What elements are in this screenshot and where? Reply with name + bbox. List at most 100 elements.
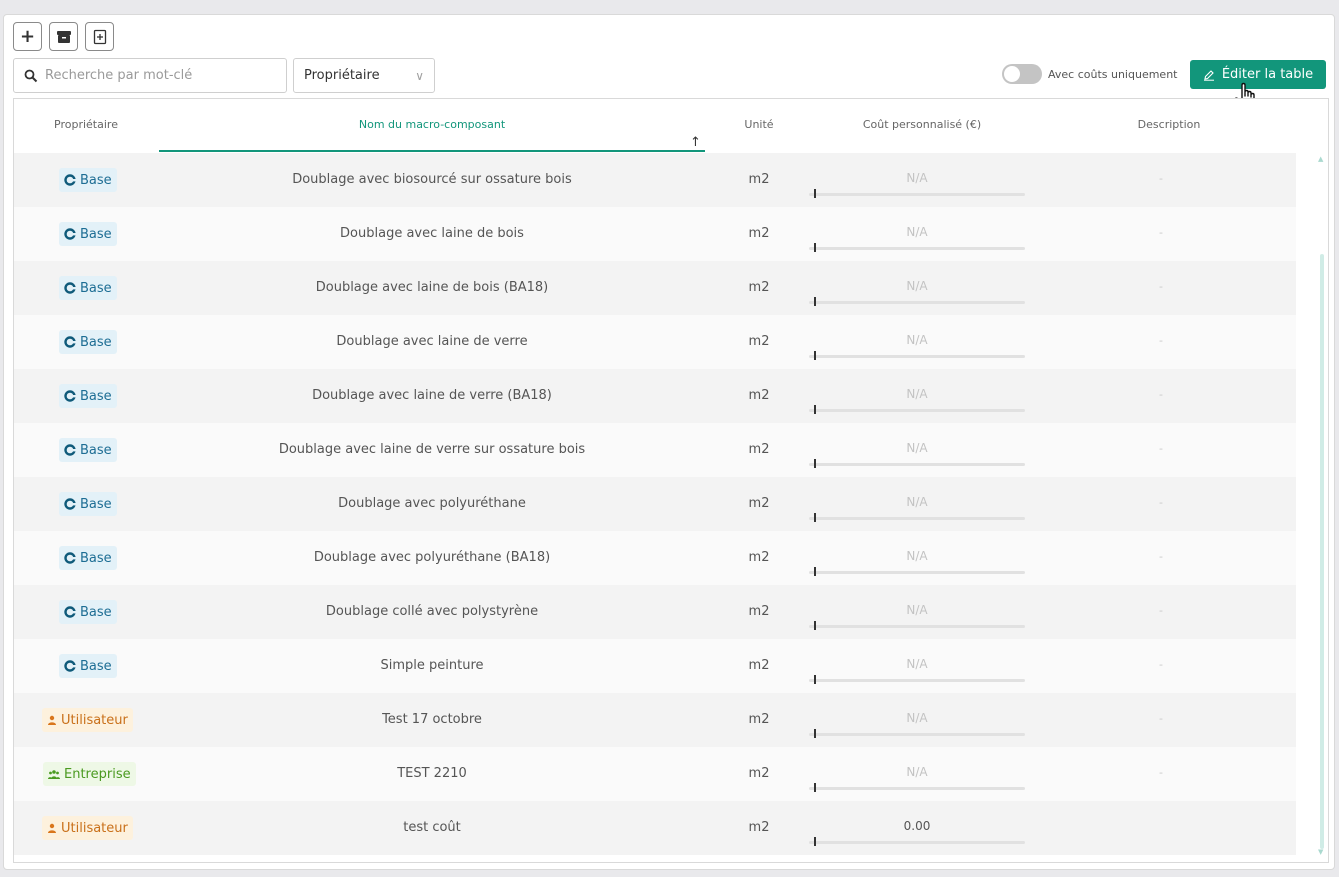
owner-badge: Base bbox=[59, 276, 117, 300]
custom-cost-cell[interactable]: N/A bbox=[809, 207, 1025, 261]
description-cell: - bbox=[1159, 388, 1163, 401]
custom-cost-cell[interactable]: N/A bbox=[809, 531, 1025, 585]
table-row[interactable]: Base Doublage avec laine de bois (BA18) m2… bbox=[14, 261, 1296, 315]
add-button[interactable]: + bbox=[13, 22, 42, 51]
table-row[interactable]: Base Doublage avec biosourcé sur ossature… bbox=[14, 153, 1296, 207]
custom-cost-cell[interactable]: N/A bbox=[809, 315, 1025, 369]
custom-cost-value: N/A bbox=[906, 711, 928, 725]
table-row[interactable]: Base Doublage avec polyuréthane m2 N/A - bbox=[14, 477, 1296, 531]
description-cell: - bbox=[1159, 496, 1163, 509]
search-box[interactable] bbox=[13, 58, 287, 93]
base-logo-icon bbox=[64, 660, 76, 672]
cost-slider-track[interactable] bbox=[809, 787, 1025, 790]
cost-slider-track[interactable] bbox=[809, 733, 1025, 736]
custom-cost-cell[interactable]: N/A bbox=[809, 261, 1025, 315]
user-icon bbox=[48, 823, 56, 833]
table-row[interactable]: Base Doublage avec laine de verre m2 N/A - bbox=[14, 315, 1296, 369]
owner-badge: Entreprise bbox=[43, 762, 136, 786]
base-logo-icon bbox=[64, 606, 76, 618]
cost-slider-handle[interactable] bbox=[814, 675, 816, 684]
cost-only-toggle[interactable] bbox=[1002, 64, 1042, 84]
cost-slider-handle[interactable] bbox=[814, 189, 816, 198]
custom-cost-cell[interactable]: N/A bbox=[809, 585, 1025, 639]
table-row[interactable]: Base Doublage avec laine de verre (BA18) m… bbox=[14, 369, 1296, 423]
scroll-down-icon[interactable]: ▼ bbox=[1318, 848, 1323, 856]
description-cell: - bbox=[1159, 226, 1163, 239]
search-input[interactable] bbox=[45, 68, 275, 83]
custom-cost-value: N/A bbox=[906, 657, 928, 671]
header-description[interactable]: Description bbox=[1114, 118, 1224, 131]
cost-slider-handle[interactable] bbox=[814, 243, 816, 252]
custom-cost-cell[interactable]: N/A bbox=[809, 639, 1025, 693]
owner-badge: Utilisateur bbox=[42, 816, 133, 840]
macro-component-name: Doublage avec laine de verre sur ossatur… bbox=[278, 442, 586, 457]
cost-slider-track[interactable] bbox=[809, 355, 1025, 358]
custom-cost-cell[interactable]: N/A bbox=[809, 693, 1025, 747]
owner-badge-label: Base bbox=[80, 226, 112, 242]
cost-slider-handle[interactable] bbox=[814, 621, 816, 630]
table-row[interactable]: Base Doublage avec laine de verre sur oss… bbox=[14, 423, 1296, 477]
unit-cell: m2 bbox=[748, 766, 770, 781]
cost-slider-track[interactable] bbox=[809, 625, 1025, 628]
import-button[interactable] bbox=[85, 22, 114, 51]
cost-slider-track[interactable] bbox=[809, 679, 1025, 682]
table-row[interactable]: Base Simple peinture m2 N/A - bbox=[14, 639, 1296, 693]
cost-slider-handle[interactable] bbox=[814, 729, 816, 738]
table-row[interactable]: Base Doublage avec polyuréthane (BA18) m2 N… bbox=[14, 531, 1296, 585]
cost-slider-track[interactable] bbox=[809, 571, 1025, 574]
unit-cell: m2 bbox=[748, 226, 770, 241]
table-header: Propriétaire Nom du macro-composant Unit… bbox=[14, 99, 1296, 153]
table-row[interactable]: Base Doublage avec laine de bois m2 N/A - bbox=[14, 207, 1296, 261]
base-logo-icon bbox=[64, 228, 76, 240]
custom-cost-value: N/A bbox=[906, 495, 928, 509]
cost-slider-track[interactable] bbox=[809, 193, 1025, 196]
custom-cost-cell[interactable]: N/A bbox=[809, 369, 1025, 423]
cost-slider-handle[interactable] bbox=[814, 513, 816, 522]
sort-asc-icon[interactable]: ↑ bbox=[690, 135, 701, 150]
custom-cost-cell[interactable]: N/A bbox=[809, 423, 1025, 477]
custom-cost-value: N/A bbox=[906, 603, 928, 617]
cost-slider-track[interactable] bbox=[809, 463, 1025, 466]
owner-badge-label: Base bbox=[80, 388, 112, 404]
macro-component-name: Doublage avec biosourcé sur ossature boi… bbox=[292, 172, 572, 187]
custom-cost-cell[interactable]: N/A bbox=[809, 153, 1025, 207]
custom-cost-value: N/A bbox=[906, 765, 928, 779]
cost-slider-track[interactable] bbox=[809, 247, 1025, 250]
custom-cost-cell[interactable]: N/A bbox=[809, 747, 1025, 801]
header-owner[interactable]: Propriétaire bbox=[38, 118, 134, 131]
header-cost[interactable]: Coût personnalisé (€) bbox=[809, 118, 1035, 131]
cost-slider-track[interactable] bbox=[809, 841, 1025, 844]
table-row[interactable]: Base Doublage collé avec polystyrène m2 N/A… bbox=[14, 585, 1296, 639]
scrollbar-thumb[interactable] bbox=[1320, 254, 1324, 849]
custom-cost-value: N/A bbox=[906, 225, 928, 239]
cost-slider-handle[interactable] bbox=[814, 459, 816, 468]
owner-badge: Base bbox=[59, 492, 117, 516]
cost-slider-handle[interactable] bbox=[814, 405, 816, 414]
chevron-down-icon: ∨ bbox=[415, 68, 424, 83]
base-logo-icon bbox=[64, 444, 76, 456]
header-unit[interactable]: Unité bbox=[729, 118, 789, 131]
header-name[interactable]: Nom du macro-composant bbox=[159, 118, 705, 131]
custom-cost-cell[interactable]: 0.00 bbox=[809, 801, 1025, 855]
cost-slider-track[interactable] bbox=[809, 409, 1025, 412]
owner-filter-select[interactable]: Propriétaire ∨ bbox=[293, 58, 435, 93]
custom-cost-cell[interactable]: N/A bbox=[809, 477, 1025, 531]
unit-cell: m2 bbox=[748, 388, 770, 403]
cost-slider-handle[interactable] bbox=[814, 297, 816, 306]
table-row[interactable]: Entreprise TEST 2210 m2 N/A - bbox=[14, 747, 1296, 801]
macro-component-name: Doublage avec laine de verre bbox=[336, 334, 528, 349]
scroll-up-icon[interactable]: ▲ bbox=[1318, 155, 1323, 163]
macro-component-name: TEST 2210 bbox=[397, 766, 467, 781]
cost-slider-handle[interactable] bbox=[814, 837, 816, 846]
unit-cell: m2 bbox=[748, 334, 770, 349]
table-row[interactable]: Utilisateur Test 17 octobre m2 N/A - bbox=[14, 693, 1296, 747]
owner-badge: Base bbox=[59, 546, 117, 570]
cost-slider-handle[interactable] bbox=[814, 351, 816, 360]
cost-slider-track[interactable] bbox=[809, 517, 1025, 520]
cost-slider-handle[interactable] bbox=[814, 567, 816, 576]
archive-button[interactable] bbox=[49, 22, 78, 51]
cost-slider-handle[interactable] bbox=[814, 783, 816, 792]
owner-badge: Base bbox=[59, 384, 117, 408]
cost-slider-track[interactable] bbox=[809, 301, 1025, 304]
table-row[interactable]: Utilisateur test coût m2 0.00 bbox=[14, 801, 1296, 855]
